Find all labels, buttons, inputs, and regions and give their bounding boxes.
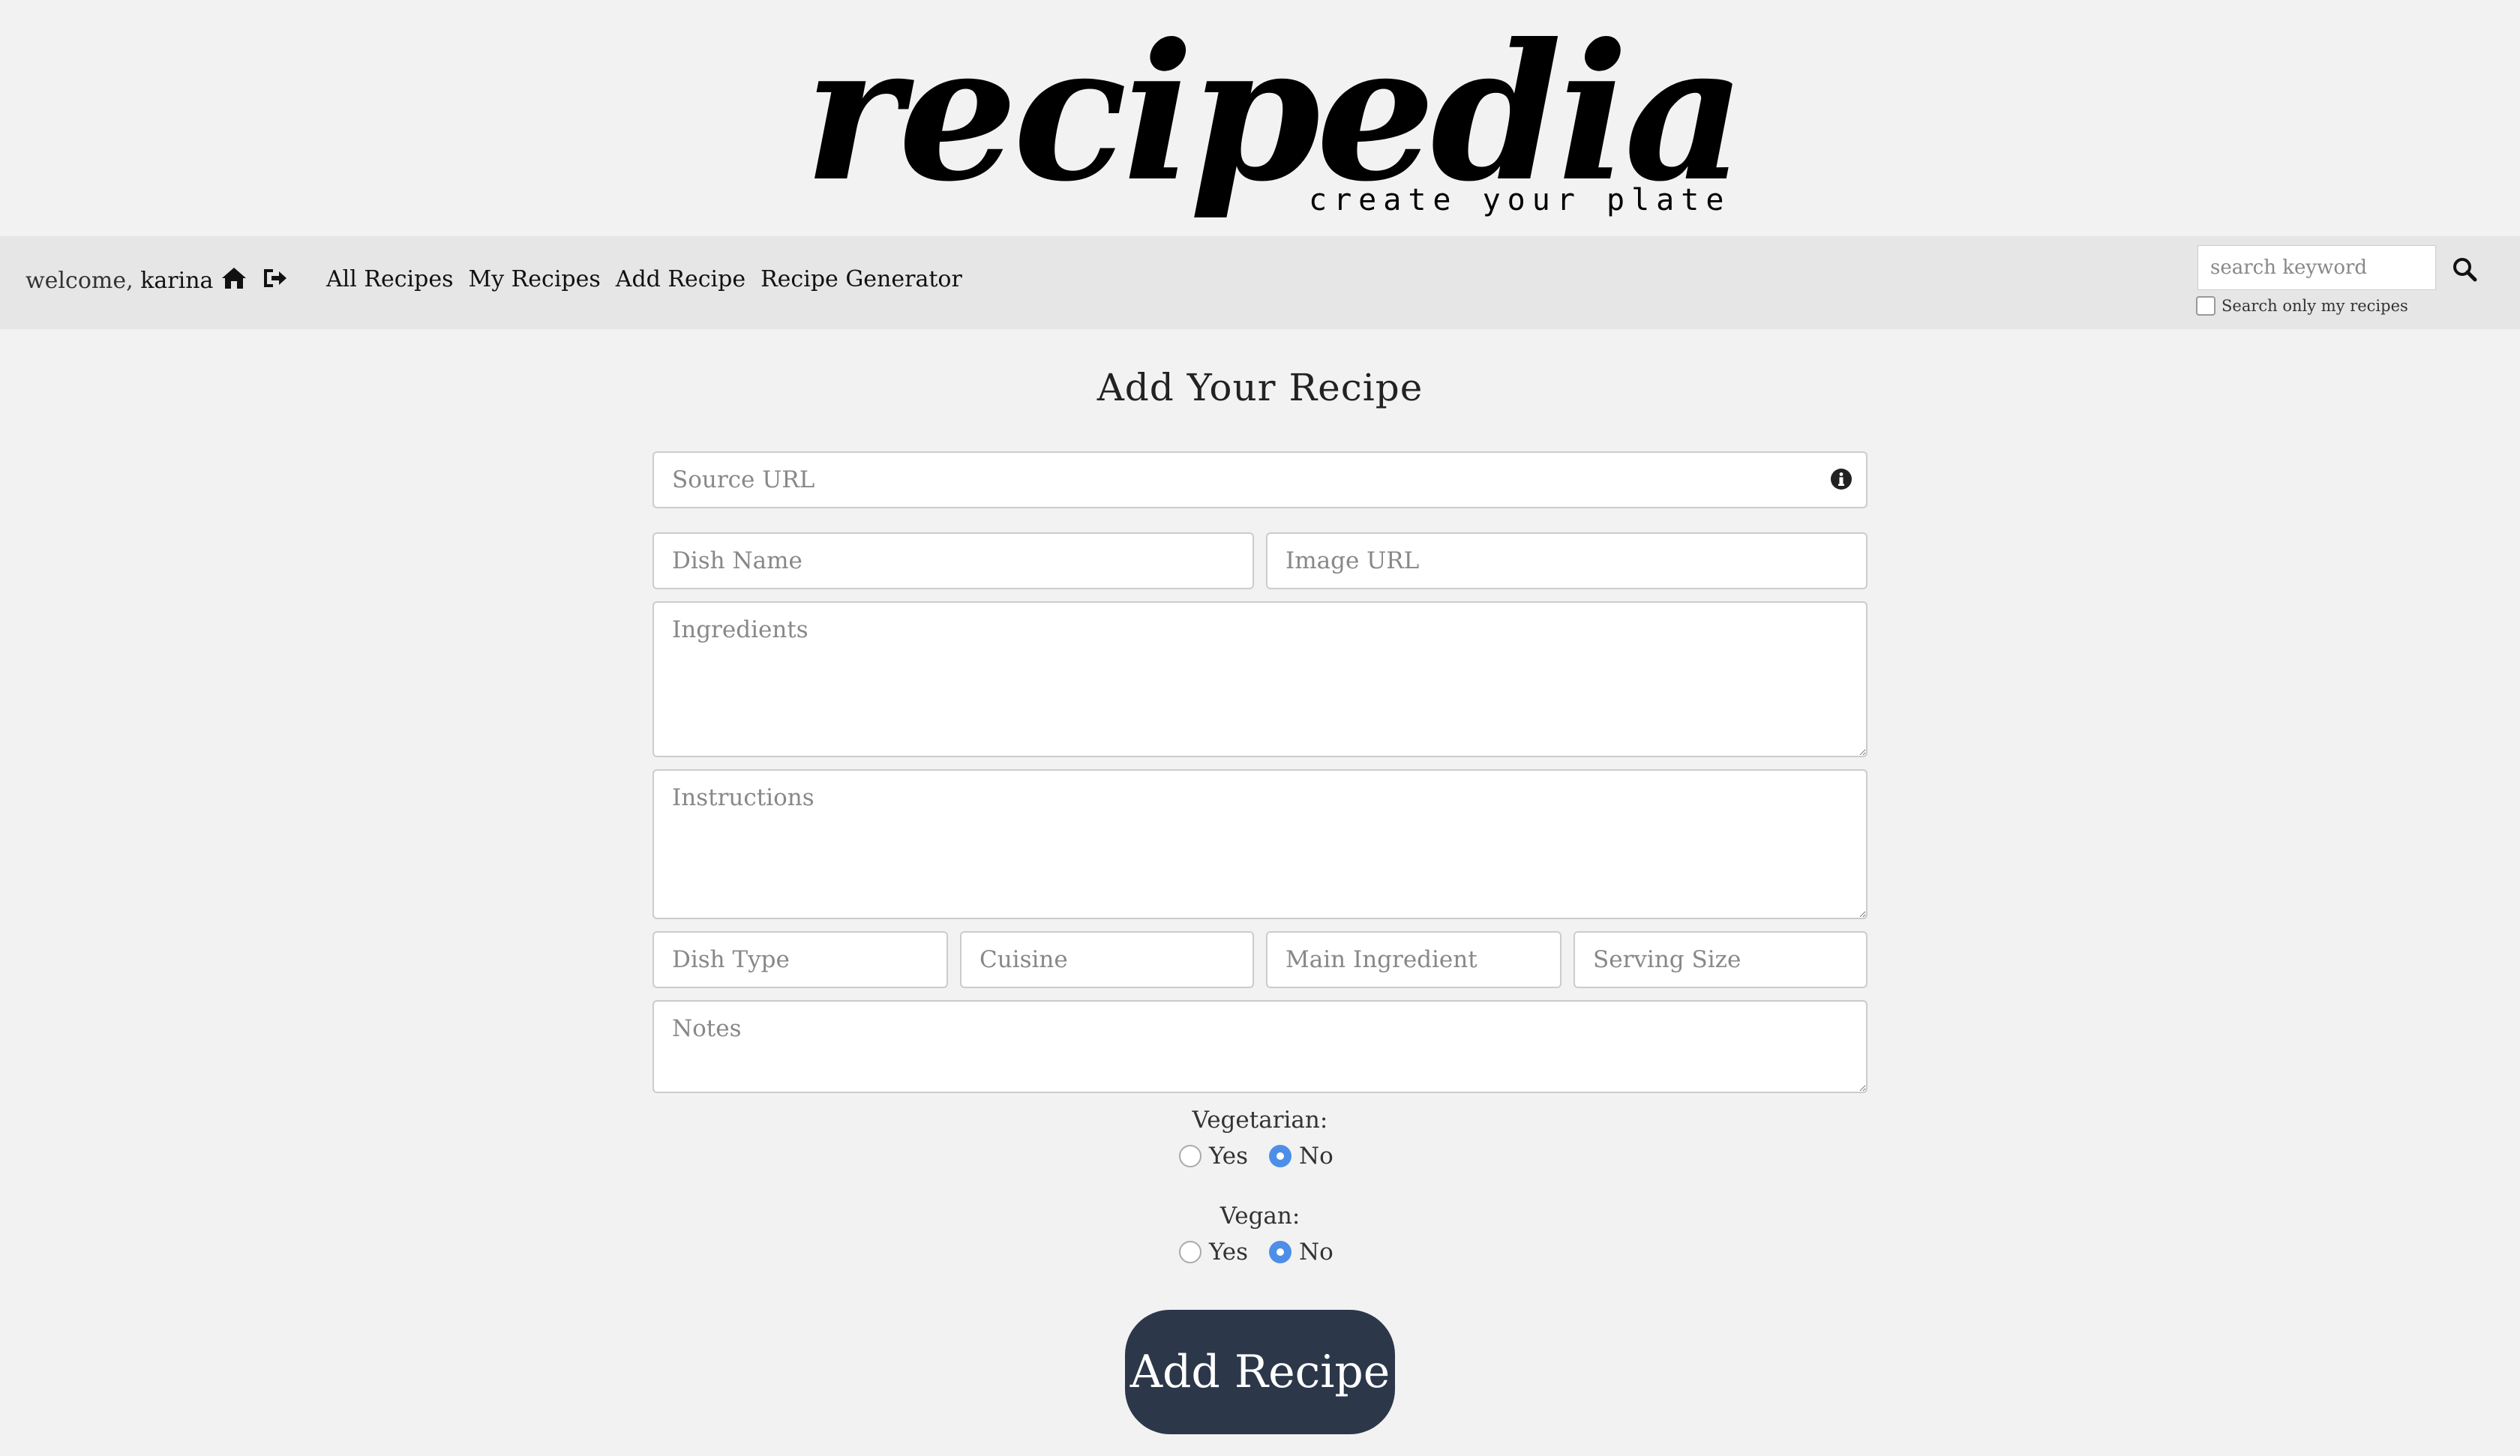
logout-icon[interactable] xyxy=(260,263,290,293)
vegan-no-label: No xyxy=(1299,1239,1334,1266)
welcome-prefix: welcome, xyxy=(26,268,134,294)
search-only-mine-checkbox[interactable] xyxy=(2196,296,2216,316)
vegetarian-no-radio[interactable] xyxy=(1269,1145,1292,1167)
instructions-textarea[interactable] xyxy=(652,769,1868,919)
dish-type-input[interactable] xyxy=(652,931,948,988)
add-recipe-button[interactable]: Add Recipe xyxy=(1125,1310,1395,1434)
vegetarian-yes-label: Yes xyxy=(1209,1143,1249,1170)
vegan-no-option[interactable]: No xyxy=(1269,1239,1334,1266)
vegetarian-yes-option[interactable]: Yes xyxy=(1179,1143,1248,1170)
info-icon[interactable] xyxy=(1830,468,1852,490)
nav-links: All Recipes My Recipes Add Recipe Recipe… xyxy=(326,266,962,292)
vegan-yes-label: Yes xyxy=(1209,1239,1249,1266)
search-icon[interactable] xyxy=(2451,256,2478,283)
home-icon[interactable] xyxy=(219,263,249,293)
site-tagline: create your plate xyxy=(1309,183,1731,217)
username: karina xyxy=(140,268,214,294)
vegan-options: Yes No xyxy=(1179,1239,1354,1266)
vegetarian-label: Vegetarian: xyxy=(1192,1107,1328,1134)
image-url-input[interactable] xyxy=(1266,532,1868,589)
cuisine-input[interactable] xyxy=(960,931,1254,988)
welcome-text: welcome, karina xyxy=(26,268,213,294)
serving-size-input[interactable] xyxy=(1574,931,1868,988)
vegetarian-no-label: No xyxy=(1299,1143,1334,1170)
vegetarian-options: Yes No xyxy=(1179,1143,1354,1170)
dish-name-input[interactable] xyxy=(652,532,1254,589)
ingredients-textarea[interactable] xyxy=(652,601,1868,757)
vegan-yes-option[interactable]: Yes xyxy=(1179,1239,1248,1266)
nav-link-recipe-generator[interactable]: Recipe Generator xyxy=(760,266,962,292)
nav-link-all-recipes[interactable]: All Recipes xyxy=(326,266,453,292)
vegan-no-radio[interactable] xyxy=(1269,1241,1292,1263)
search-input[interactable] xyxy=(2198,245,2436,290)
vegetarian-no-option[interactable]: No xyxy=(1269,1143,1334,1170)
search-only-mine: Search only my recipes xyxy=(2196,296,2408,316)
vegan-label: Vegan: xyxy=(1220,1203,1300,1230)
page-title: Add Your Recipe xyxy=(1096,366,1424,409)
nav-link-my-recipes[interactable]: My Recipes xyxy=(468,266,600,292)
search-only-mine-label: Search only my recipes xyxy=(2222,297,2408,315)
nav-link-add-recipe[interactable]: Add Recipe xyxy=(616,266,746,292)
navbar: welcome, karina All Recipes My Recipes A… xyxy=(0,236,2520,329)
site-header: recipedia create your plate xyxy=(0,0,2520,236)
notes-textarea[interactable] xyxy=(652,1000,1868,1093)
source-url-input[interactable] xyxy=(652,451,1868,508)
vegan-yes-radio[interactable] xyxy=(1179,1241,1202,1263)
main-ingredient-input[interactable] xyxy=(1266,931,1562,988)
vegetarian-yes-radio[interactable] xyxy=(1179,1145,1202,1167)
